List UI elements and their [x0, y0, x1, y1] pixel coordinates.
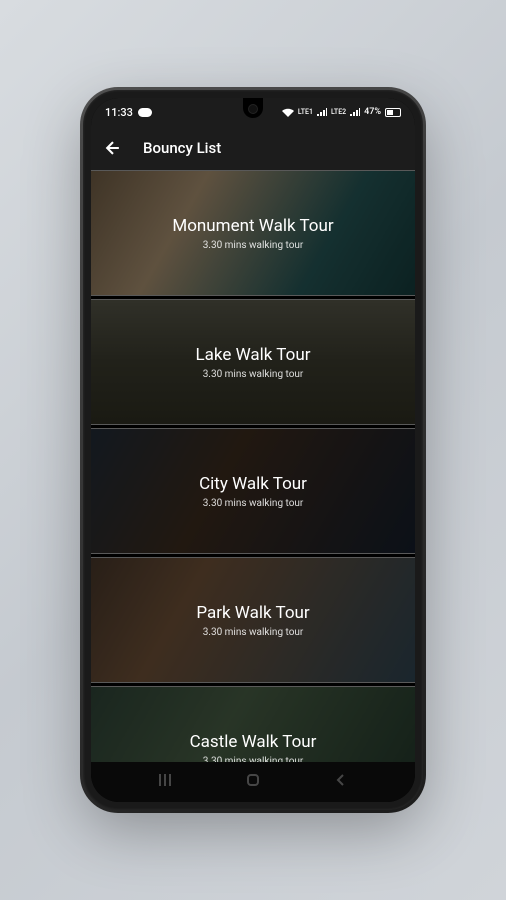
list-item[interactable]: Castle Walk Tour 3.30 mins walking tour	[91, 686, 415, 762]
status-right: LTE1 LTE2 47%	[282, 107, 401, 117]
item-title: Lake Walk Tour	[196, 345, 311, 365]
battery-percent: 47%	[364, 107, 381, 117]
item-title: Monument Walk Tour	[172, 216, 333, 236]
item-subtitle: 3.30 mins walking tour	[203, 756, 304, 763]
item-subtitle: 3.30 mins walking tour	[203, 240, 304, 251]
camera-notch	[243, 98, 263, 118]
home-button[interactable]	[245, 772, 261, 792]
recents-button[interactable]	[157, 772, 173, 792]
item-title: City Walk Tour	[199, 474, 307, 494]
item-subtitle: 3.30 mins walking tour	[203, 627, 304, 638]
list-item[interactable]: City Walk Tour 3.30 mins walking tour	[91, 428, 415, 554]
back-nav-button[interactable]	[333, 772, 349, 792]
status-time: 11:33	[105, 106, 133, 119]
list-item[interactable]: Monument Walk Tour 3.30 mins walking tou…	[91, 170, 415, 296]
recents-icon	[157, 772, 173, 788]
list-item[interactable]: Lake Walk Tour 3.30 mins walking tour	[91, 299, 415, 425]
list-container[interactable]: Monument Walk Tour 3.30 mins walking tou…	[91, 170, 415, 762]
item-title: Castle Walk Tour	[190, 732, 317, 752]
item-subtitle: 3.30 mins walking tour	[203, 498, 304, 509]
home-icon	[245, 772, 261, 788]
chevron-left-icon	[333, 772, 349, 788]
status-left: 11:33	[105, 106, 152, 119]
battery-icon	[385, 108, 401, 117]
item-subtitle: 3.30 mins walking tour	[203, 369, 304, 380]
page-title: Bouncy List	[143, 139, 221, 157]
list-item[interactable]: Park Walk Tour 3.30 mins walking tour	[91, 557, 415, 683]
arrow-left-icon	[103, 138, 123, 158]
wifi-icon	[282, 108, 294, 117]
signal-icon-2	[350, 108, 360, 116]
item-title: Park Walk Tour	[196, 603, 309, 623]
network-lte1: LTE1	[298, 109, 313, 116]
signal-icon-1	[317, 108, 327, 116]
screen: 11:33 LTE1 LTE2 47% Bouncy List	[91, 98, 415, 802]
back-button[interactable]	[103, 138, 123, 158]
navigation-bar	[91, 762, 415, 802]
phone-frame: 11:33 LTE1 LTE2 47% Bouncy List	[83, 90, 423, 810]
app-bar: Bouncy List	[91, 126, 415, 170]
cloud-icon	[138, 108, 152, 117]
network-lte2: LTE2	[331, 109, 346, 116]
